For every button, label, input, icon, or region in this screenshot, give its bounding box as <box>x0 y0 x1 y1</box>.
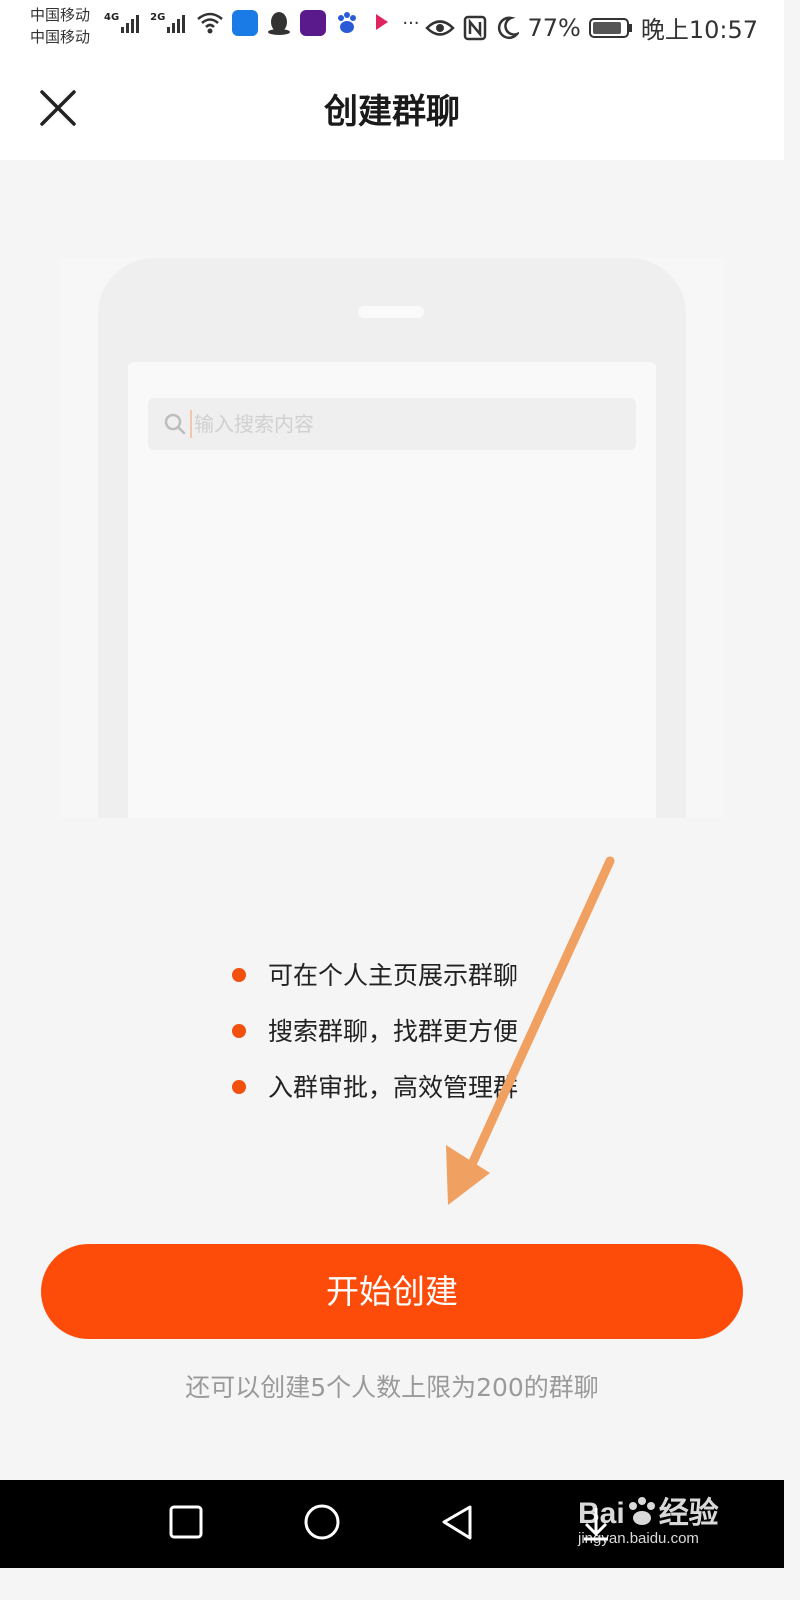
video-app-icon <box>300 10 327 36</box>
back-icon[interactable] <box>440 1504 476 1544</box>
quota-text: 还可以创建5个人数上限为200的群聊 <box>185 1373 599 1402</box>
moon-icon <box>498 16 520 39</box>
search-placeholder: 输入搜索内容 <box>194 412 314 436</box>
media-app-icon <box>376 14 389 30</box>
phone-speaker <box>358 306 424 318</box>
recents-icon[interactable] <box>168 1504 204 1540</box>
bullet-dot <box>232 968 246 982</box>
status-bar: 中国移动 中国移动 4G 2G ··· 77% 晚上10:57 <box>0 0 784 56</box>
page-title: 创建群聊 <box>324 92 460 132</box>
bullet-dot <box>232 1080 246 1094</box>
watermark-domain: jingyan.baidu.com <box>578 1530 699 1547</box>
annotation-arrow-icon <box>446 856 615 1205</box>
clock: 晚上10:57 <box>640 16 758 44</box>
carrier-2: 中国移动 <box>30 28 91 46</box>
navigation-bar: Bai 经验 jingyan.baidu.com <box>0 1480 784 1568</box>
carrier-names: 中国移动 中国移动 <box>30 4 90 48</box>
more-notifications-icon: ··· <box>402 12 420 34</box>
home-icon[interactable] <box>302 1504 342 1544</box>
watermark-brand: Bai 经验 <box>578 1497 719 1530</box>
start-create-button[interactable]: 开始创建 <box>41 1244 743 1339</box>
text-caret <box>190 410 192 438</box>
bullet-dot <box>232 1024 246 1038</box>
carrier-1: 中国移动 <box>30 6 91 24</box>
status-right: 77% 晚上10:57 <box>425 10 758 45</box>
phone-screen: 输入搜索内容 <box>128 362 656 818</box>
baidu-icon <box>338 12 357 33</box>
paw-icon <box>628 1497 655 1525</box>
signal-2g-icon: 2G <box>150 12 188 34</box>
title-bar: 创建群聊 <box>0 56 784 160</box>
eye-icon <box>425 19 456 36</box>
illustration-search-box: 输入搜索内容 <box>148 398 636 450</box>
qq-icon <box>268 12 291 35</box>
status-icons: 4G 2G ··· <box>104 10 420 36</box>
search-icon <box>164 413 186 435</box>
nfc-icon <box>464 15 487 40</box>
signal-4g-icon: 4G <box>104 12 142 34</box>
wifi-icon <box>197 12 224 34</box>
baidu-watermark: Bai 经验 jingyan.baidu.com <box>578 1488 719 1547</box>
battery-percent: 77% <box>527 13 581 42</box>
phone-illustration: 输入搜索内容 <box>98 258 686 818</box>
battery-icon <box>588 17 632 38</box>
shield-app-icon <box>232 10 259 36</box>
